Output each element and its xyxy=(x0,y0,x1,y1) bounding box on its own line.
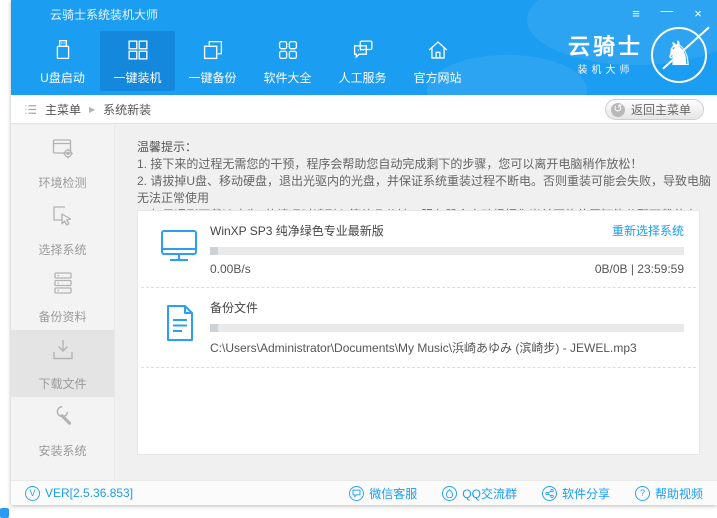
share-icon xyxy=(542,486,557,501)
download-item-backup: 备份文件 C:\Users\Administrator\Documents\My… xyxy=(138,288,699,356)
tips-line: 2. 请拔掉U盘、移动硬盘，退出光驱内的光盘，并保证系统重装过程不断电。否则重装… xyxy=(137,173,717,207)
titlebar: 云骑士系统装机大师 ≡ — × xyxy=(11,0,717,28)
select-system-icon xyxy=(48,201,78,234)
nav-item-official-site[interactable]: 官方网站 xyxy=(400,31,475,91)
software-share-link[interactable]: 软件分享 xyxy=(542,485,610,502)
status-bar: V VER[2.5.36.853] 微信客服 QQ交流群 xyxy=(11,480,717,505)
sidebar-item-select-system[interactable]: 选择系统 xyxy=(11,196,114,263)
return-main-menu-button[interactable]: ↺ 返回主菜单 xyxy=(605,99,704,120)
apps-icon xyxy=(274,36,302,64)
window-title: 云骑士系统装机大师 xyxy=(50,6,158,23)
nav-item-manual-service[interactable]: 人工服务 xyxy=(325,31,400,91)
sidebar-item-env-check[interactable]: 环境检测 xyxy=(11,129,114,196)
download-speed: 0.00B/s xyxy=(210,262,251,276)
wrench-icon xyxy=(48,402,78,435)
divider xyxy=(141,367,696,368)
wechat-service-link[interactable]: 微信客服 xyxy=(349,485,417,502)
home-icon xyxy=(424,36,452,64)
step-sidebar: 环境检测 选择系统 xyxy=(11,125,115,480)
footer-links: 微信客服 QQ交流群 软件分享 ? xyxy=(349,485,703,502)
tips-title: 温馨提示： xyxy=(137,139,717,156)
back-arrow-icon: ↺ xyxy=(611,103,625,117)
copy-backup-icon xyxy=(199,36,227,64)
help-icon: ? xyxy=(635,486,650,501)
file-icon xyxy=(148,299,210,356)
reselect-system-link[interactable]: 重新选择系统 xyxy=(612,222,684,239)
qq-group-link[interactable]: QQ交流群 xyxy=(442,485,517,502)
backup-progress-bar xyxy=(210,324,684,332)
minimize-icon[interactable]: — xyxy=(660,4,674,18)
main-panel: 温馨提示： 1. 接下来的过程无需您的干预，程序会帮助您自动完成剩下的步骤，您可… xyxy=(115,125,717,480)
nav-item-software-center[interactable]: 软件大全 xyxy=(250,31,325,91)
sidebar-item-download-files[interactable]: 下载文件 xyxy=(11,330,114,397)
sidebar-item-install-system[interactable]: 安装系统 xyxy=(11,397,114,464)
help-video-link[interactable]: ? 帮助视频 xyxy=(635,485,703,502)
qq-icon xyxy=(442,486,457,501)
download-icon xyxy=(48,335,78,368)
nav-item-usb-boot[interactable]: U盘启动 xyxy=(25,31,100,91)
tips-line: 1. 接下来的过程无需您的干预，程序会帮助您自动完成剩下的步骤，您可以离开电脑稍… xyxy=(137,156,717,173)
menu-icon[interactable]: ≡ xyxy=(629,7,643,21)
breadcrumb-main-menu[interactable]: 主菜单 xyxy=(45,101,81,118)
desktop-artifact xyxy=(0,508,9,518)
brand-subtitle: 装机大师 xyxy=(568,61,643,76)
version-icon: V xyxy=(25,486,40,501)
install-grid-icon xyxy=(124,36,152,64)
monitor-icon xyxy=(148,222,210,276)
download-size-time: 0B/0B | 23:59:59 xyxy=(595,262,684,276)
system-progress-bar xyxy=(210,247,684,255)
download-card: WinXP SP3 纯净绿色专业最新版 重新选择系统 0.00B/s 0B/0B… xyxy=(137,210,700,455)
nav-item-one-key-install[interactable]: 一键装机 xyxy=(100,31,175,91)
download-item-system: WinXP SP3 纯净绿色专业最新版 重新选择系统 0.00B/s 0B/0B… xyxy=(138,211,699,276)
brand-logo: 云骑士 装机大师 ♞ xyxy=(568,27,707,83)
window-controls: ≡ — × xyxy=(629,0,705,28)
breadcrumb: 主菜单 ▶ 系统新装 ↺ 返回主菜单 xyxy=(11,95,717,124)
backup-data-icon xyxy=(48,268,78,301)
breadcrumb-current-page: 系统新装 xyxy=(103,101,151,118)
usb-icon xyxy=(49,36,77,64)
version-label: V VER[2.5.36.853] xyxy=(25,486,133,501)
system-name: WinXP SP3 纯净绿色专业最新版 xyxy=(210,222,384,239)
list-icon xyxy=(23,102,38,117)
wechat-icon xyxy=(349,486,364,501)
backup-title: 备份文件 xyxy=(210,299,258,316)
backup-file-path: C:\Users\Administrator\Documents\My Musi… xyxy=(210,339,684,356)
chevron-right-icon: ▶ xyxy=(89,105,95,114)
nav-item-one-key-backup[interactable]: 一键备份 xyxy=(175,31,250,91)
brand-name: 云骑士 xyxy=(568,35,643,59)
knight-logo-icon: ♞ xyxy=(651,27,707,83)
sidebar-item-backup-data[interactable]: 备份资料 xyxy=(11,263,114,330)
chat-service-icon xyxy=(349,36,377,64)
header: 云骑士系统装机大师 ≡ — × U盘启动 xyxy=(11,0,717,95)
env-check-icon xyxy=(48,134,78,167)
close-icon[interactable]: × xyxy=(691,7,705,21)
top-nav: U盘启动 一键装机 一键备份 xyxy=(25,31,475,91)
app-window: 云骑士系统装机大师 ≡ — × U盘启动 xyxy=(11,0,717,505)
